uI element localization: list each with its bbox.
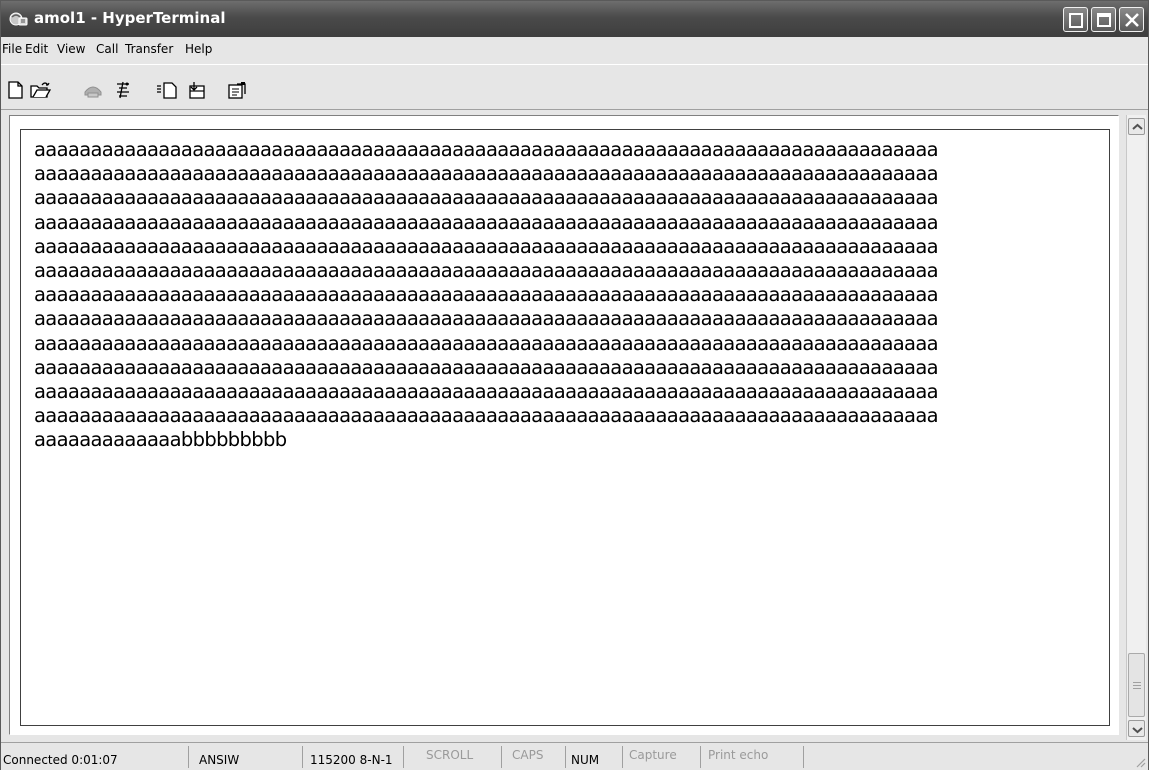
toolbar bbox=[1, 64, 1148, 110]
receive-icon[interactable] bbox=[186, 80, 208, 100]
menu-help[interactable]: Help bbox=[185, 42, 212, 56]
vertical-scrollbar[interactable] bbox=[1126, 115, 1146, 740]
send-icon[interactable] bbox=[156, 80, 178, 100]
terminal-line: aaaaaaaaaaaaaaaaaaaaaaaaaaaaaaaaaaaaaaaa… bbox=[34, 234, 939, 258]
status-num: NUM bbox=[571, 746, 623, 768]
thumb-grip bbox=[1133, 682, 1141, 683]
minimize-icon bbox=[1069, 13, 1083, 28]
terminal-output[interactable]: aaaaaaaaaaaaaaaaaaaaaaaaaaaaaaaaaaaaaaaa… bbox=[34, 138, 1106, 452]
terminal-line: aaaaaaaaaaaaaaaaaaaaaaaaaaaaaaaaaaaaaaaa… bbox=[34, 138, 939, 161]
close-icon bbox=[1125, 13, 1139, 27]
terminal-line: aaaaaaaaaaaaaaaaaaaaaaaaaaaaaaaaaaaaaaaa… bbox=[34, 210, 939, 234]
terminal-line: aaaaaaaaaaaaaaaaaaaaaaaaaaaaaaaaaaaaaaaa… bbox=[34, 355, 939, 379]
open-folder-icon[interactable] bbox=[29, 80, 51, 100]
terminal-line: aaaaaaaaaaaaaaaaaaaaaaaaaaaaaaaaaaaaaaaa… bbox=[34, 186, 939, 210]
maximize-icon bbox=[1097, 13, 1111, 27]
title-bar[interactable]: amol1 - HyperTerminal bbox=[1, 1, 1148, 37]
minimize-button[interactable] bbox=[1063, 7, 1088, 32]
status-caps: CAPS bbox=[512, 746, 566, 768]
resize-grip-icon[interactable] bbox=[1134, 756, 1146, 768]
status-connected: Connected 0:01:07 bbox=[3, 746, 189, 768]
phone-call-icon[interactable] bbox=[82, 80, 104, 100]
status-port-settings: 115200 8-N-1 bbox=[310, 746, 404, 768]
menu-view[interactable]: View bbox=[57, 42, 85, 56]
status-emulation: ANSIW bbox=[199, 746, 303, 768]
hyperterminal-app-icon[interactable] bbox=[9, 10, 28, 28]
terminal-line: aaaaaaaaaaaaaaaaaaaaaaaaaaaaaaaaaaaaaaaa… bbox=[34, 162, 939, 186]
terminal-line: aaaaaaaaaaaaabbbbbbbbb bbox=[34, 428, 287, 452]
scroll-up-button[interactable] bbox=[1128, 118, 1145, 135]
maximize-button[interactable] bbox=[1091, 7, 1116, 32]
terminal-line: aaaaaaaaaaaaaaaaaaaaaaaaaaaaaaaaaaaaaaaa… bbox=[34, 307, 939, 331]
menu-file[interactable]: File bbox=[2, 42, 22, 56]
status-capture: Capture bbox=[629, 746, 701, 768]
window-title: amol1 - HyperTerminal bbox=[34, 9, 226, 27]
thumb-grip bbox=[1133, 688, 1141, 689]
terminal-line: aaaaaaaaaaaaaaaaaaaaaaaaaaaaaaaaaaaaaaaa… bbox=[34, 331, 939, 355]
terminal-line: aaaaaaaaaaaaaaaaaaaaaaaaaaaaaaaaaaaaaaaa… bbox=[34, 404, 939, 428]
thumb-grip bbox=[1133, 685, 1141, 686]
menu-edit[interactable]: Edit bbox=[25, 42, 48, 56]
properties-icon[interactable] bbox=[226, 80, 248, 100]
terminal-line: aaaaaaaaaaaaaaaaaaaaaaaaaaaaaaaaaaaaaaaa… bbox=[34, 283, 939, 307]
chevron-up-icon bbox=[1132, 123, 1143, 130]
terminal-line: aaaaaaaaaaaaaaaaaaaaaaaaaaaaaaaaaaaaaaaa… bbox=[34, 379, 939, 403]
status-bar: Connected 0:01:07 ANSIW 115200 8-N-1 SCR… bbox=[1, 742, 1148, 770]
disconnect-icon[interactable] bbox=[112, 80, 134, 100]
new-document-icon[interactable] bbox=[6, 80, 28, 100]
menu-transfer[interactable]: Transfer bbox=[125, 42, 173, 56]
scrollbar-thumb[interactable] bbox=[1128, 653, 1145, 717]
status-scroll: SCROLL bbox=[426, 746, 502, 768]
menu-bar: File Edit View Call Transfer Help bbox=[1, 38, 1148, 62]
hyperterminal-window: amol1 - HyperTerminal File Edit View Cal… bbox=[0, 0, 1149, 770]
close-button[interactable] bbox=[1119, 7, 1144, 32]
scroll-down-button[interactable] bbox=[1128, 720, 1145, 737]
terminal-line: aaaaaaaaaaaaaaaaaaaaaaaaaaaaaaaaaaaaaaaa… bbox=[34, 258, 939, 282]
chevron-down-icon bbox=[1132, 727, 1143, 734]
menu-call[interactable]: Call bbox=[96, 42, 118, 56]
status-print-echo: Print echo bbox=[708, 746, 804, 768]
